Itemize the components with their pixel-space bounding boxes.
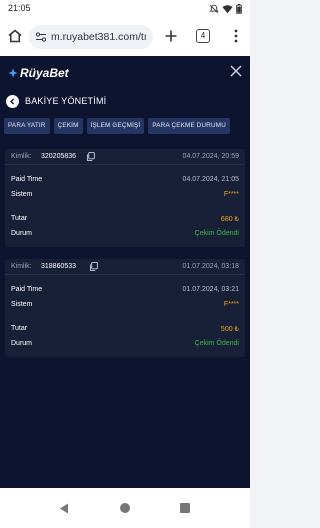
paid-time-label: Paid Time [11,176,43,183]
status-label: Durum [11,340,33,347]
tab-withdrawal-status[interactable]: PARA ÇEKME DURUMU [148,118,230,134]
status-value: Çekim Ödendi [194,340,239,347]
status-icons [209,3,242,14]
home-icon[interactable] [7,28,23,44]
id-label: Kimlik: [11,153,32,160]
system-label: Sistem [11,191,33,198]
more-menu-icon[interactable] [228,28,244,44]
close-icon[interactable] [229,64,243,78]
nav-home-icon[interactable] [120,503,130,513]
amount-label: Tutar [11,215,28,222]
status-value: Çekim Ödendi [194,230,239,237]
browser-toolbar: m.ruyabet381.com/tı 4 [0,18,250,56]
tab-deposit[interactable]: PARA YATIR [4,118,50,134]
status-time: 21:05 [8,3,31,13]
system-nav-bar [0,488,250,528]
back-arrow-icon [10,98,15,104]
system-value: F**** [223,191,239,198]
card-header: Kimlik: 318860533 01.07.2024, 03:18 [5,259,245,275]
transaction-id: 318860533 [41,263,77,270]
back-button[interactable] [6,94,19,108]
transaction-card: Kimlik: 320205836 04.07.2024, 20:59 Paid… [5,149,245,247]
logo-mark-icon [8,68,18,78]
new-tab-icon[interactable] [163,28,179,44]
tab-switcher-icon[interactable]: 4 [196,29,210,43]
transaction-id: 320205836 [41,153,77,160]
transaction-card: Kimlik: 318860533 01.07.2024, 03:18 Paid… [5,259,245,357]
nav-recents-icon[interactable] [180,503,190,513]
system-label: Sistem [11,301,33,308]
tab-withdraw[interactable]: ÇEKİM [53,118,83,134]
system-value: F**** [223,301,239,308]
transaction-date: 04.07.2024, 20:59 [182,153,239,160]
site-settings-icon[interactable] [35,31,47,43]
card-header: Kimlik: 320205836 04.07.2024, 20:59 [5,149,245,165]
id-label: Kimlik: [11,263,32,270]
page-title: BAKİYE YÖNETİMİ [25,96,107,106]
status-label: Durum [11,230,33,237]
paid-time-value: 04.07.2024, 21:05 [182,176,239,183]
paid-time-label: Paid Time [11,286,43,293]
page-header: BAKİYE YÖNETİMİ [6,94,106,108]
amount-value: 500 ₺ [220,326,239,333]
app-container: RüyaBet BAKİYE YÖNETİMİ PARA YATIR ÇEKİM… [0,56,250,488]
nav-back-icon[interactable] [59,503,69,514]
copy-icon[interactable] [89,262,98,271]
wifi-icon [222,4,233,13]
tab-bar: PARA YATIR ÇEKİM İŞLEM GEÇMİŞİ PARA ÇEKM… [4,118,230,134]
amount-value: 680 ₺ [220,216,239,223]
copy-icon[interactable] [86,152,95,161]
transaction-date: 01.07.2024, 03:18 [182,263,239,270]
status-bar: 21:05 [0,0,250,18]
tab-transaction-history[interactable]: İŞLEM GEÇMİŞİ [86,118,145,134]
paid-time-value: 01.07.2024, 03:21 [182,286,239,293]
address-bar[interactable]: m.ruyabet381.com/tı [29,25,153,49]
tab-count: 4 [200,31,206,40]
url-text: m.ruyabet381.com/tı [51,31,147,43]
notifications-off-icon [209,4,219,13]
battery-icon [236,3,242,14]
amount-label: Tutar [11,325,28,332]
logo-text: RüyaBet [20,66,69,80]
logo[interactable]: RüyaBet [8,66,69,80]
